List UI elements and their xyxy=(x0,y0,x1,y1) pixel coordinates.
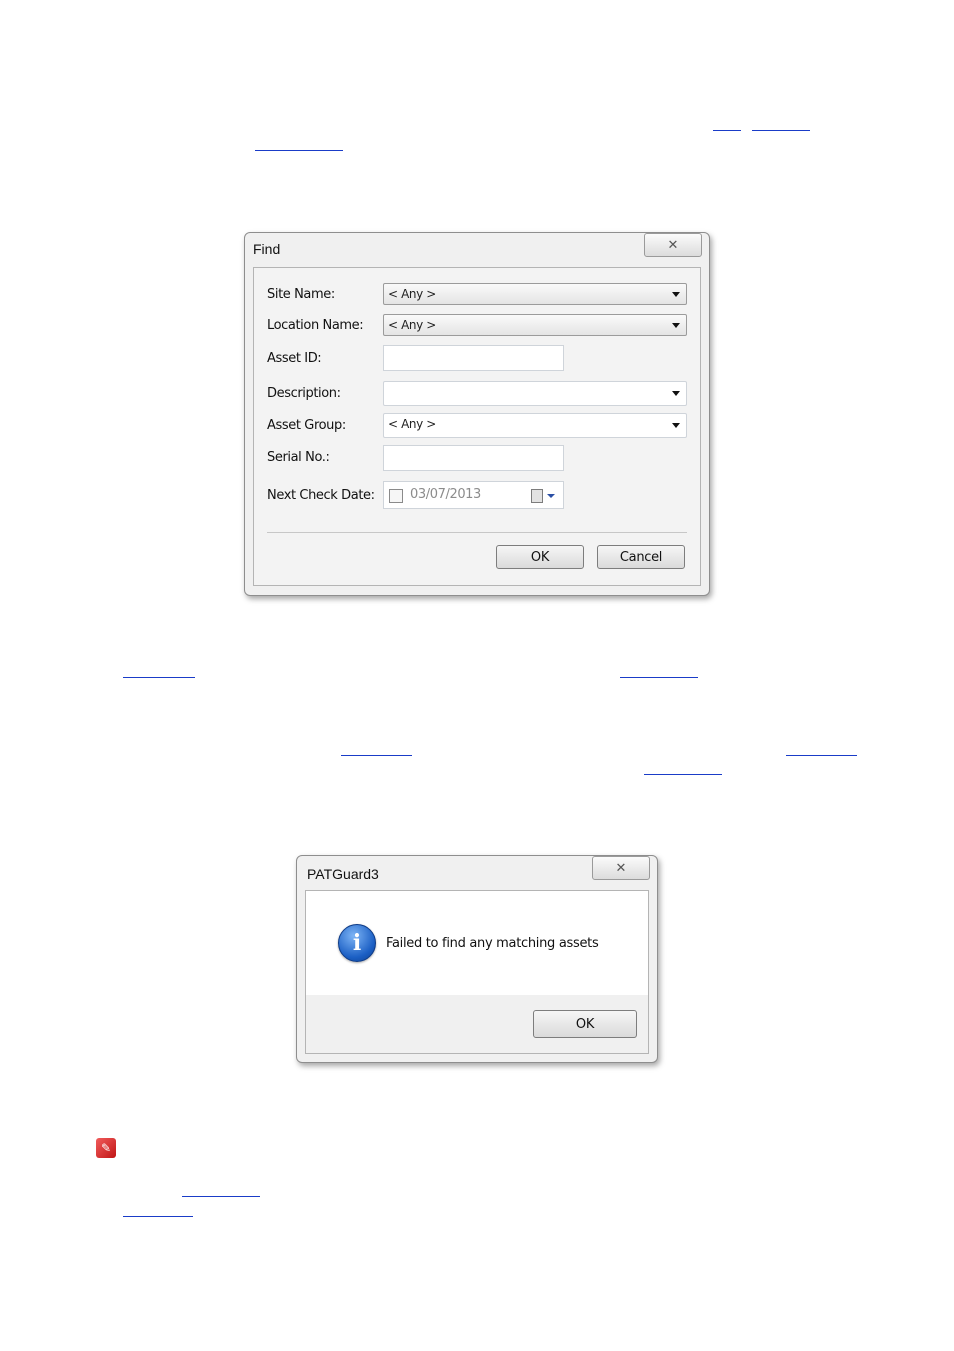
site-name-select[interactable]: < Any > xyxy=(383,283,687,305)
chevron-down-icon xyxy=(672,292,680,297)
find-dialog: Find ✕ Site Name: < Any > Location Name:… xyxy=(244,232,710,596)
asset-id-input[interactable] xyxy=(383,345,564,371)
serial-no-input[interactable] xyxy=(383,445,564,471)
close-button[interactable]: ✕ xyxy=(644,233,702,257)
location-name-label: Location Name: xyxy=(267,318,364,333)
message-area: i Failed to find any matching assets xyxy=(306,891,648,995)
link[interactable] xyxy=(123,1216,193,1217)
next-check-date-value: 03/07/2013 xyxy=(410,487,481,502)
asset-group-combo[interactable]: < Any > xyxy=(383,413,687,438)
dialog-body: Site Name: < Any > Location Name: < Any … xyxy=(253,267,701,586)
ok-button[interactable]: OK xyxy=(533,1010,637,1038)
close-icon: ✕ xyxy=(667,237,679,252)
divider xyxy=(267,532,687,533)
link[interactable] xyxy=(713,130,741,131)
asset-id-label: Asset ID: xyxy=(267,351,322,366)
site-name-label: Site Name: xyxy=(267,287,335,302)
asset-group-value: < Any > xyxy=(388,417,436,431)
cancel-button[interactable]: Cancel xyxy=(597,545,685,569)
dialog-title: Find xyxy=(253,241,281,257)
close-button[interactable]: ✕ xyxy=(592,856,650,880)
message-box-body: i Failed to find any matching assets OK xyxy=(305,890,649,1054)
ok-button[interactable]: OK xyxy=(496,545,584,569)
info-icon: i xyxy=(338,924,376,962)
serial-no-label: Serial No.: xyxy=(267,450,330,465)
next-check-date-picker[interactable]: 03/07/2013 xyxy=(383,481,564,509)
chevron-down-icon xyxy=(672,391,680,396)
description-combo[interactable] xyxy=(383,381,687,406)
link[interactable] xyxy=(255,150,343,151)
message-box: PATGuard3 ✕ i Failed to find any matchin… xyxy=(296,855,658,1063)
link[interactable] xyxy=(182,1196,260,1197)
asset-group-label: Asset Group: xyxy=(267,418,346,433)
close-icon: ✕ xyxy=(615,860,627,875)
link[interactable] xyxy=(644,774,722,775)
link[interactable] xyxy=(620,677,698,678)
calendar-icon[interactable] xyxy=(531,489,543,503)
chevron-down-icon xyxy=(672,423,680,428)
chevron-down-icon[interactable] xyxy=(547,494,555,498)
link[interactable] xyxy=(123,677,195,678)
message-box-title: PATGuard3 xyxy=(307,866,379,882)
link[interactable] xyxy=(752,130,810,131)
next-check-date-label: Next Check Date: xyxy=(267,488,375,503)
date-enable-checkbox[interactable] xyxy=(389,489,403,503)
note-icon: ✎ xyxy=(96,1138,116,1158)
link[interactable] xyxy=(786,755,857,756)
site-name-value: < Any > xyxy=(388,287,436,301)
link[interactable] xyxy=(341,755,412,756)
location-name-value: < Any > xyxy=(388,318,436,332)
message-text: Failed to find any matching assets xyxy=(386,936,599,951)
location-name-select[interactable]: < Any > xyxy=(383,314,687,336)
description-label: Description: xyxy=(267,386,341,401)
chevron-down-icon xyxy=(672,323,680,328)
